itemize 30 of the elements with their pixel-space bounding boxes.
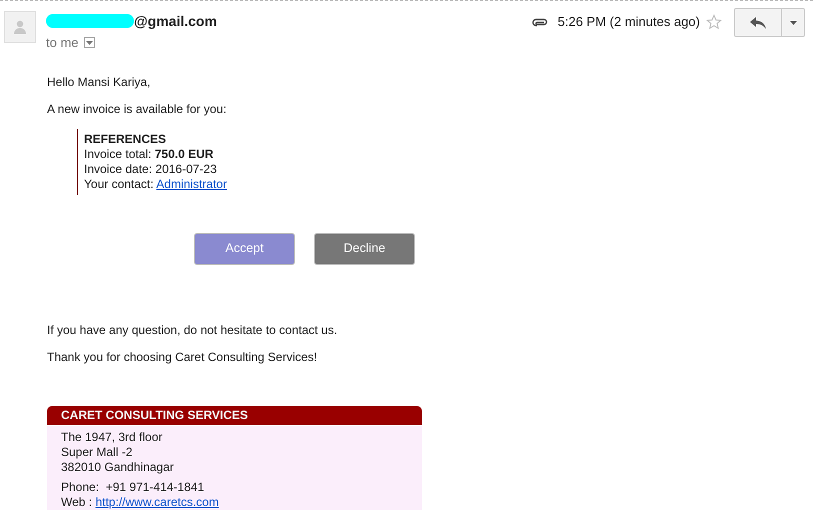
address-line: The 1947, 3rd floor <box>61 430 164 444</box>
address-line: Super Mall -2 <box>61 444 134 460</box>
person-icon <box>13 20 27 34</box>
closing-text: If you have any question, do not hesitate to contact us. <box>47 322 338 338</box>
address-line: 382010 Gandhinagar <box>61 460 175 474</box>
paperclip-icon <box>532 18 548 26</box>
more-dropdown[interactable] <box>782 8 805 37</box>
caret-icon <box>790 20 796 24</box>
phone-text: Phone: +91 971-414-1841 <box>61 480 206 494</box>
reference-line: Invoice total: 750.0 EUR <box>84 146 214 162</box>
reply-button[interactable] <box>734 8 782 37</box>
timestamp: 5:26 PM (2 minutes ago) <box>558 13 700 32</box>
company-header: CARET CONSULTING SERVICES <box>47 406 422 424</box>
greeting: Hello Mansi Kariya, <box>47 74 152 90</box>
references-title: REFERENCES <box>84 132 168 146</box>
closing-text: Thank you for choosing Caret Consulting Services! <box>47 350 318 364</box>
details-dropdown[interactable] <box>84 37 95 48</box>
star-icon[interactable] <box>706 14 722 30</box>
action-button[interactable]: Decline <box>314 232 415 264</box>
action-button[interactable]: Accept <box>194 232 295 264</box>
reference-line: Your contact: Administrator <box>84 176 227 192</box>
caret-icon <box>86 40 93 45</box>
recipient-label: to me <box>46 34 79 52</box>
web-label: Web : <box>61 494 94 510</box>
sender-email: @gmail.com <box>134 12 217 31</box>
reference-line: Invoice date: 2016-07-23 <box>84 162 218 176</box>
website-link[interactable]: http://www.caretcs.com <box>95 494 219 510</box>
contact-link[interactable]: Administrator <box>156 176 227 190</box>
intro-text: A new invoice is available for you: <box>47 102 228 116</box>
reply-icon <box>750 16 766 28</box>
